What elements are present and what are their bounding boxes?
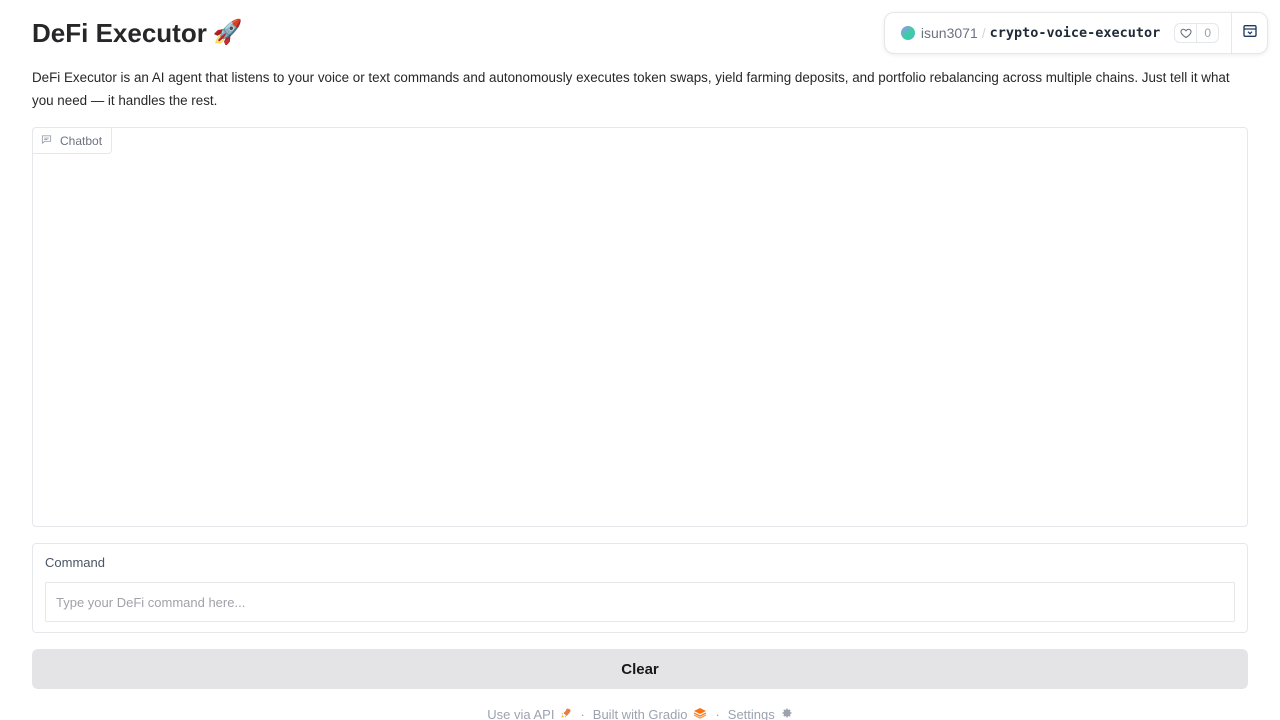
gear-icon bbox=[781, 707, 793, 720]
rocket-emoji-icon: 🚀 bbox=[212, 19, 243, 46]
space-badge: isun3071 / crypto-voice-executor 0 bbox=[883, 12, 1268, 54]
use-via-api-link[interactable]: Use via API bbox=[487, 707, 572, 720]
clear-button[interactable]: Clear bbox=[32, 649, 1248, 689]
use-via-api-label: Use via API bbox=[487, 706, 555, 720]
chatbot-label: Chatbot bbox=[32, 127, 113, 154]
footer-separator: · bbox=[715, 706, 720, 720]
page-title-text: DeFi Executor bbox=[32, 17, 207, 48]
command-label: Command bbox=[45, 555, 105, 570]
chatbot-panel[interactable]: Chatbot bbox=[32, 127, 1248, 527]
collapse-panel-icon bbox=[1242, 23, 1258, 44]
heart-icon bbox=[1175, 24, 1198, 42]
page-title: DeFi Executor 🚀 bbox=[32, 16, 243, 50]
space-repo-name[interactable]: crypto-voice-executor bbox=[990, 25, 1161, 41]
settings-label: Settings bbox=[727, 706, 775, 720]
command-input[interactable] bbox=[45, 582, 1235, 622]
settings-link[interactable]: Settings bbox=[728, 707, 793, 720]
collapse-panel-button[interactable] bbox=[1231, 13, 1267, 53]
chat-bubble-icon bbox=[41, 134, 52, 148]
chatbot-label-text: Chatbot bbox=[60, 133, 103, 148]
footer: Use via API · Built with Gradio · Settin… bbox=[0, 704, 1280, 720]
like-count: 0 bbox=[1204, 26, 1211, 40]
owner-avatar bbox=[900, 26, 915, 40]
footer-separator: · bbox=[580, 706, 585, 720]
like-button[interactable]: 0 bbox=[1174, 23, 1219, 43]
gradio-logo-icon bbox=[693, 707, 707, 720]
built-with-gradio-label: Built with Gradio bbox=[592, 706, 688, 720]
space-link[interactable]: isun3071 / crypto-voice-executor 0 bbox=[885, 13, 1231, 53]
command-block: Command bbox=[32, 543, 1248, 633]
space-owner[interactable]: isun3071 bbox=[921, 25, 978, 41]
space-separator: / bbox=[981, 25, 986, 41]
app-description: DeFi Executor is an AI agent that listen… bbox=[32, 70, 1230, 108]
built-with-gradio-link[interactable]: Built with Gradio bbox=[593, 707, 708, 720]
rocket-icon bbox=[560, 707, 572, 720]
gradio-app: DeFi Executor 🚀 DeFi Executor is an AI a… bbox=[0, 0, 1280, 720]
